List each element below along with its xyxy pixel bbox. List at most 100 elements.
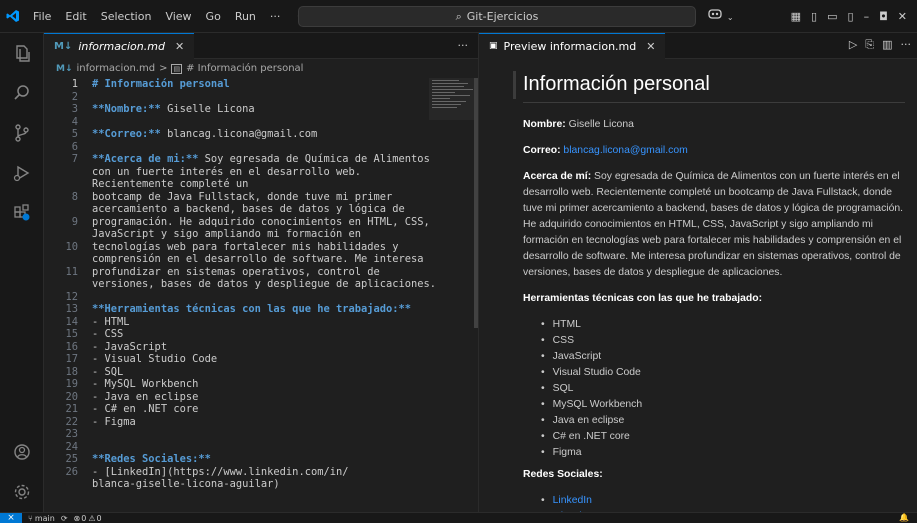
copilot-icon[interactable]: ⌄ xyxy=(707,8,734,23)
line-content: **Redes Sociales:** xyxy=(92,453,211,465)
correo-label: Correo: xyxy=(523,145,561,156)
more-actions-icon[interactable]: ··· xyxy=(458,39,469,52)
code-editor[interactable]: 1 # Información personal 2 3 **Nombre:** Gis… xyxy=(44,78,478,512)
nombre-label: Nombre: xyxy=(523,119,566,130)
remote-indicator-icon[interactable]: ⨯ xyxy=(0,512,22,523)
code-line[interactable]: 24 xyxy=(44,441,478,454)
herramienta-item: HTML xyxy=(541,317,905,333)
line-number: 22 xyxy=(65,415,78,428)
code-line[interactable]: 22 - Figma xyxy=(44,416,478,429)
code-line[interactable]: Recientemente completé un xyxy=(44,178,478,191)
open-source-icon[interactable]: ⎘ xyxy=(865,38,874,52)
account-icon[interactable] xyxy=(0,432,44,472)
run-and-debug-icon[interactable] xyxy=(0,153,44,193)
menu-view[interactable]: View xyxy=(158,0,198,33)
menu-run[interactable]: Run xyxy=(228,0,263,33)
code-line[interactable]: 18 - SQL xyxy=(44,366,478,379)
error-count[interactable]: 0 xyxy=(81,514,86,523)
line-number: 2 xyxy=(71,90,78,103)
minimize-icon[interactable]: – xyxy=(864,10,870,23)
code-line[interactable]: acercamiento a backend, bases de datos y… xyxy=(44,203,478,216)
line-number: 18 xyxy=(65,365,78,378)
code-line[interactable]: blanca-giselle-licona-aguilar) xyxy=(44,478,478,491)
code-line[interactable]: 26 - [LinkedIn](https://www.linkedin.com/… xyxy=(44,466,478,479)
code-line[interactable]: 7 **Acerca de mi:** Soy egresada de Quími… xyxy=(44,153,478,166)
code-line[interactable]: 10 tecnologías web para fortalecer mis ha… xyxy=(44,241,478,254)
sync-icon[interactable]: ⟳ xyxy=(61,514,68,523)
tab-preview-informacion-md[interactable]: ▣ Preview informacion.md ✕ xyxy=(479,32,666,59)
code-line[interactable]: 19 - MySQL Workbench xyxy=(44,378,478,391)
line-content: Recientemente completé un xyxy=(92,178,249,190)
code-line[interactable]: 8 bootcamp de Java Fullstack, donde tuve … xyxy=(44,191,478,204)
menu-edit[interactable]: Edit xyxy=(58,0,93,33)
notifications-icon[interactable]: 🔔 xyxy=(899,513,909,522)
code-line[interactable]: 16 - JavaScript xyxy=(44,341,478,354)
line-content: - Visual Studio Code xyxy=(92,353,218,365)
code-line[interactable]: 17 - Visual Studio Code xyxy=(44,353,478,366)
breadcrumb-symbol[interactable]: # Información personal xyxy=(186,63,303,74)
breadcrumb-file[interactable]: informacion.md xyxy=(77,63,156,74)
code-line[interactable]: 20 - Java en eclipse xyxy=(44,391,478,404)
code-line[interactable]: 23 xyxy=(44,428,478,441)
correo-link[interactable]: blancag.licona@gmail.com xyxy=(563,145,687,156)
toggle-panel-icon[interactable]: ▭ xyxy=(827,10,837,23)
code-line[interactable]: 11 profundizar en sistemas operativos, co… xyxy=(44,266,478,279)
line-content: acercamiento a backend, bases de datos y… xyxy=(92,203,405,215)
line-number: 15 xyxy=(65,328,78,340)
run-icon[interactable]: ▷ xyxy=(849,38,857,52)
code-line[interactable]: 6 xyxy=(44,141,478,154)
split-editor-icon[interactable]: ▥ xyxy=(882,38,892,52)
line-content: Soy egresada de Química de Alimentos xyxy=(198,153,430,165)
search-icon[interactable] xyxy=(0,73,44,113)
menu-more[interactable]: ··· xyxy=(263,0,288,33)
code-line[interactable]: 3 **Nombre:** Giselle Licona xyxy=(44,103,478,116)
code-line[interactable]: 4 xyxy=(44,116,478,129)
line-content: # Información personal xyxy=(92,78,230,90)
title-bar: File Edit Selection View Go Run ··· ← → … xyxy=(0,0,917,33)
code-line[interactable]: comprensión en el desarrollo de software… xyxy=(44,253,478,266)
bold-markup: **Nombre:** xyxy=(92,103,161,115)
toggle-sidebar-icon[interactable]: ▯ xyxy=(811,10,817,23)
herramienta-item: C# en .NET core xyxy=(541,429,905,445)
menu-go[interactable]: Go xyxy=(199,0,228,33)
menu-selection[interactable]: Selection xyxy=(94,0,159,33)
maximize-icon[interactable]: ◘ xyxy=(879,10,888,23)
extensions-icon[interactable] xyxy=(0,193,44,233)
warning-count[interactable]: 0 xyxy=(96,514,101,523)
line-text: - CSS xyxy=(92,328,123,341)
code-line[interactable]: versiones, bases de datos y despliegue d… xyxy=(44,278,478,291)
toggle-secondary-sidebar-icon[interactable]: ▯ xyxy=(848,10,854,23)
code-line[interactable]: 25 **Redes Sociales:** xyxy=(44,453,478,466)
minimap[interactable] xyxy=(429,78,474,120)
code-line[interactable]: 5 **Correo:** blancag.licona@gmail.com xyxy=(44,128,478,141)
close-window-icon[interactable]: ✕ xyxy=(898,10,907,23)
tab-informacion-md[interactable]: M↓ informacion.md ✕ xyxy=(44,32,195,59)
code-line[interactable]: 1 # Información personal xyxy=(44,78,478,91)
code-line[interactable]: 12 xyxy=(44,291,478,304)
branch-name[interactable]: main xyxy=(35,514,55,523)
code-line[interactable]: 9 programación. He adquirido conocimiento… xyxy=(44,216,478,229)
line-number: 23 xyxy=(65,428,78,440)
explorer-icon[interactable] xyxy=(0,33,44,73)
code-line[interactable]: 21 - C# en .NET core xyxy=(44,403,478,416)
line-text: - [LinkedIn](https://www.linkedin.com/in… xyxy=(92,466,348,479)
code-line[interactable]: con un fuerte interés en el desarrollo w… xyxy=(44,166,478,179)
code-line[interactable]: JavaScript y sigo ampliando mi formación… xyxy=(44,228,478,241)
red-social-link[interactable]: LinkedIn xyxy=(553,495,592,506)
settings-gear-icon[interactable] xyxy=(0,472,44,512)
close-tab-icon[interactable]: ✕ xyxy=(175,40,184,53)
more-actions-icon[interactable]: ··· xyxy=(901,38,912,52)
line-text: programación. He adquirido conocimientos… xyxy=(92,216,430,229)
code-line[interactable]: 13 **Herramientas técnicas con las que he… xyxy=(44,303,478,316)
code-line[interactable]: 2 xyxy=(44,91,478,104)
close-tab-icon[interactable]: ✕ xyxy=(646,40,655,53)
source-control-icon[interactable] xyxy=(0,113,44,153)
menu-file[interactable]: File xyxy=(26,0,58,33)
customize-layout-icon[interactable]: ▦ xyxy=(791,10,801,23)
line-text: JavaScript y sigo ampliando mi formación… xyxy=(92,228,361,241)
command-center-search[interactable]: ⌕ Git-Ejercicios xyxy=(298,6,696,27)
line-content: - HTML xyxy=(92,315,130,328)
code-line[interactable]: 14 - HTML xyxy=(44,316,478,329)
code-line[interactable]: 15 - CSS xyxy=(44,328,478,341)
line-text: blanca-giselle-licona-aguilar) xyxy=(92,478,280,491)
